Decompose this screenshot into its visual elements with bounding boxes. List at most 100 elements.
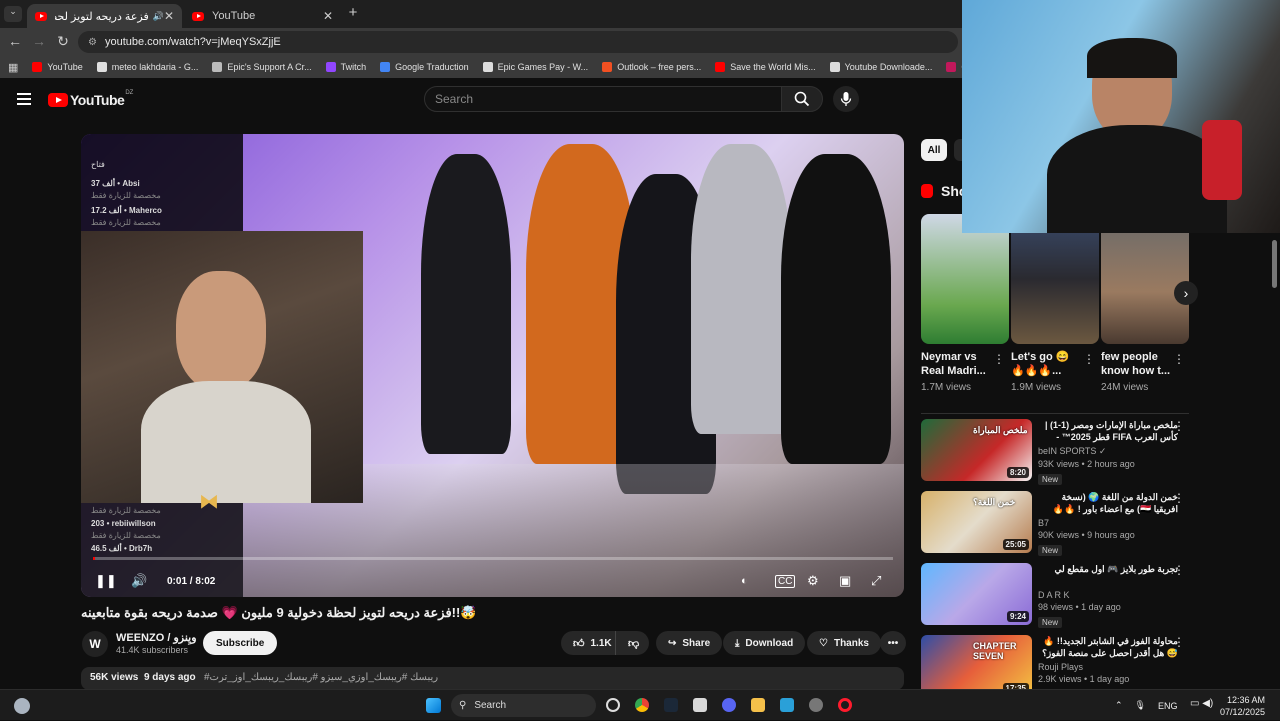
back-icon[interactable]: ← bbox=[6, 33, 24, 49]
chip-next[interactable] bbox=[954, 139, 962, 161]
volume-icon[interactable]: 🔊 bbox=[131, 573, 147, 589]
related-video[interactable]: ملخص المباراة 8:20 ملخص مباراة الإمارات وم… bbox=[921, 419, 1191, 485]
more-vertical-icon[interactable]: ⋮ bbox=[993, 352, 1005, 366]
short-item[interactable]: Let's go 😄 🔥🔥🔥... 1.9M views ⋮ bbox=[1011, 214, 1099, 393]
app-icon[interactable] bbox=[693, 698, 707, 712]
video-thumbnail[interactable]: خمن اللغة؟ 25:05 bbox=[921, 491, 1032, 553]
thanks-button[interactable]: ♡ Thanks bbox=[807, 631, 881, 655]
video-channel[interactable]: beIN SPORTS ✓ bbox=[1038, 446, 1178, 457]
bookmark-item[interactable]: Outlook – free pers... bbox=[602, 62, 701, 72]
video-channel[interactable]: Rouji Plays bbox=[1038, 662, 1178, 672]
short-thumbnail[interactable] bbox=[1011, 214, 1099, 344]
tab-label: فزعة دريحه لتويز لحظة دخول bbox=[55, 10, 149, 23]
video-title[interactable]: محاولة الفوز في الشابتر الجديد!! 🔥😅 هل أ… bbox=[1038, 635, 1178, 659]
shorts-next-button[interactable]: › bbox=[1174, 281, 1198, 305]
bookmark-item[interactable]: Twitch bbox=[325, 62, 366, 72]
video-thumbnail[interactable]: 9:24 bbox=[921, 563, 1032, 625]
share-button[interactable]: ↪ Share bbox=[656, 631, 723, 655]
more-vertical-icon[interactable]: ⋮ bbox=[1173, 419, 1185, 433]
new-tab-button[interactable]: + bbox=[344, 4, 362, 21]
dislike-button[interactable]: 👎︎ bbox=[615, 631, 649, 655]
file-explorer-icon[interactable] bbox=[751, 698, 765, 712]
bookmark-item[interactable]: YouTube bbox=[32, 62, 83, 72]
channel-name[interactable]: WEENZO / ويِنزو bbox=[116, 631, 197, 644]
more-vertical-icon[interactable]: ⋮ bbox=[1083, 352, 1095, 366]
bookmark-item[interactable]: meteo lakhdaria - G... bbox=[96, 62, 198, 72]
short-item[interactable]: Neymar vs Real Madri... 1.7M views ⋮ bbox=[921, 214, 1009, 393]
short-title[interactable]: Let's go 😄 🔥🔥🔥... bbox=[1011, 350, 1083, 378]
short-title[interactable]: Neymar vs Real Madri... bbox=[921, 350, 993, 378]
youtube-logo[interactable]: YouTube DZ bbox=[48, 90, 133, 108]
search-button[interactable] bbox=[781, 86, 823, 112]
video-thumbnail[interactable]: ملخص المباراة 8:20 bbox=[921, 419, 1032, 481]
chip-all[interactable]: All bbox=[921, 139, 947, 161]
video-progress-bar[interactable] bbox=[93, 557, 893, 560]
chevron-up-icon[interactable]: ⌃ bbox=[1115, 700, 1123, 711]
url-field[interactable]: ⚙ youtube.com/watch?v=jMeqYSxZjjE bbox=[78, 31, 958, 53]
short-thumbnail[interactable] bbox=[1101, 214, 1189, 344]
related-video[interactable]: خمن اللغة؟ 25:05 خمن الدولة من اللغة 🌍 (نس… bbox=[921, 491, 1191, 556]
related-video[interactable]: 9:24 تجربة طور بلايز 🎮 اول مقطع لي D A R K… bbox=[921, 563, 1191, 628]
more-vertical-icon[interactable]: ⋮ bbox=[1173, 352, 1185, 366]
short-item[interactable]: few people know how t... 24M views ⋮ bbox=[1101, 214, 1189, 393]
channel-avatar[interactable]: W bbox=[82, 631, 108, 657]
hashtags[interactable]: #ريبسك #ريبسك_اوزي_سيزو #ريبسك_ريبسك_اوز… bbox=[204, 672, 438, 683]
pause-icon[interactable]: ❚❚ bbox=[95, 573, 117, 589]
video-player[interactable]: فتاح 37 ألف • Absi مخصصة للزيارة فقط 17.… bbox=[81, 134, 904, 597]
copilot-icon[interactable] bbox=[606, 698, 620, 712]
captions-icon[interactable]: CC bbox=[775, 574, 796, 588]
miniplayer-icon[interactable]: ▣ bbox=[839, 573, 851, 589]
video-thumbnail[interactable]: CHAPTER SEVEN17:35 bbox=[921, 635, 1032, 697]
network-volume-icon[interactable]: ▭ ◀) bbox=[1190, 698, 1213, 709]
more-vertical-icon[interactable]: ⋮ bbox=[1173, 563, 1185, 577]
chrome-icon[interactable] bbox=[635, 698, 649, 712]
fullscreen-icon[interactable]: ⤢ bbox=[871, 573, 881, 589]
description-box[interactable]: 56K views 9 days ago #ريبسك #ريبسك_اوزي_… bbox=[81, 667, 904, 690]
more-vertical-icon[interactable]: ⋮ bbox=[1173, 635, 1185, 649]
taskbar-clock[interactable]: 12:36 AM 07/12/2025 bbox=[1220, 694, 1265, 718]
opera-icon[interactable] bbox=[838, 698, 852, 712]
reload-icon[interactable]: ↻ bbox=[54, 33, 72, 50]
site-info-icon[interactable]: ⚙ bbox=[88, 37, 97, 48]
windows-start-icon[interactable] bbox=[426, 698, 441, 713]
short-thumbnail[interactable] bbox=[921, 214, 1009, 344]
video-title[interactable]: خمن الدولة من اللغة 🌍 (نسخة افريقيا 🇪🇬) … bbox=[1038, 491, 1178, 515]
like-button[interactable]: 👍︎ 1.1K bbox=[561, 631, 615, 655]
search-input[interactable]: Search bbox=[424, 86, 782, 112]
page-scrollbar[interactable] bbox=[1272, 240, 1277, 288]
bookmark-item[interactable]: Youtube Downloade... bbox=[829, 62, 932, 72]
tab-search-icon[interactable]: ⌄ bbox=[4, 6, 22, 22]
short-title[interactable]: few people know how t... bbox=[1101, 350, 1173, 378]
forward-icon[interactable]: → bbox=[30, 33, 48, 49]
video-channel[interactable]: B7 bbox=[1038, 518, 1178, 528]
language-indicator[interactable]: ENG bbox=[1158, 701, 1178, 711]
download-button[interactable]: ⤓ Download bbox=[723, 631, 806, 655]
close-tab-icon[interactable]: ✕ bbox=[323, 9, 333, 23]
related-video[interactable]: CHAPTER SEVEN17:35محاولة الفوز في الشابت… bbox=[921, 635, 1191, 697]
subscribe-button[interactable]: Subscribe bbox=[203, 631, 278, 655]
tab-video[interactable]: فزعة دريحه لتويز لحظة دخول 🔊 ✕ bbox=[27, 4, 182, 28]
bookmark-item[interactable]: Epic's Support A Cr... bbox=[212, 62, 312, 72]
app-icon[interactable] bbox=[809, 698, 823, 712]
tab-youtube[interactable]: YouTube ✕ bbox=[184, 4, 341, 28]
widgets-icon[interactable] bbox=[14, 698, 30, 714]
menu-icon[interactable] bbox=[17, 93, 31, 105]
bookmark-item[interactable]: Save the World Mis... bbox=[715, 62, 816, 72]
bookmark-item[interactable]: Epic Games Pay - W... bbox=[482, 62, 588, 72]
video-title[interactable]: تجربة طور بلايز 🎮 اول مقطع لي bbox=[1038, 563, 1179, 587]
steam-icon[interactable] bbox=[664, 698, 678, 712]
more-actions-button[interactable]: ••• bbox=[880, 631, 906, 655]
microphone-icon[interactable]: 🎙︎ bbox=[1135, 700, 1146, 711]
autoplay-toggle-icon[interactable]: ◐ bbox=[741, 575, 748, 587]
apps-icon[interactable]: ▦ bbox=[8, 61, 18, 74]
video-title[interactable]: ملخص مباراة الإمارات ومصر (1-1) | كأس ال… bbox=[1038, 419, 1178, 443]
app-icon[interactable] bbox=[780, 698, 794, 712]
more-vertical-icon[interactable]: ⋮ bbox=[1173, 491, 1185, 505]
settings-gear-icon[interactable]: ⚙ bbox=[807, 573, 819, 589]
taskbar-search[interactable]: ⚲ Search bbox=[451, 694, 596, 717]
bookmark-item[interactable]: Google Traduction bbox=[380, 62, 469, 72]
voice-search-button[interactable] bbox=[833, 86, 859, 112]
video-channel[interactable]: D A R K bbox=[1038, 590, 1178, 600]
close-tab-icon[interactable]: ✕ bbox=[164, 9, 174, 23]
discord-icon[interactable] bbox=[722, 698, 736, 712]
